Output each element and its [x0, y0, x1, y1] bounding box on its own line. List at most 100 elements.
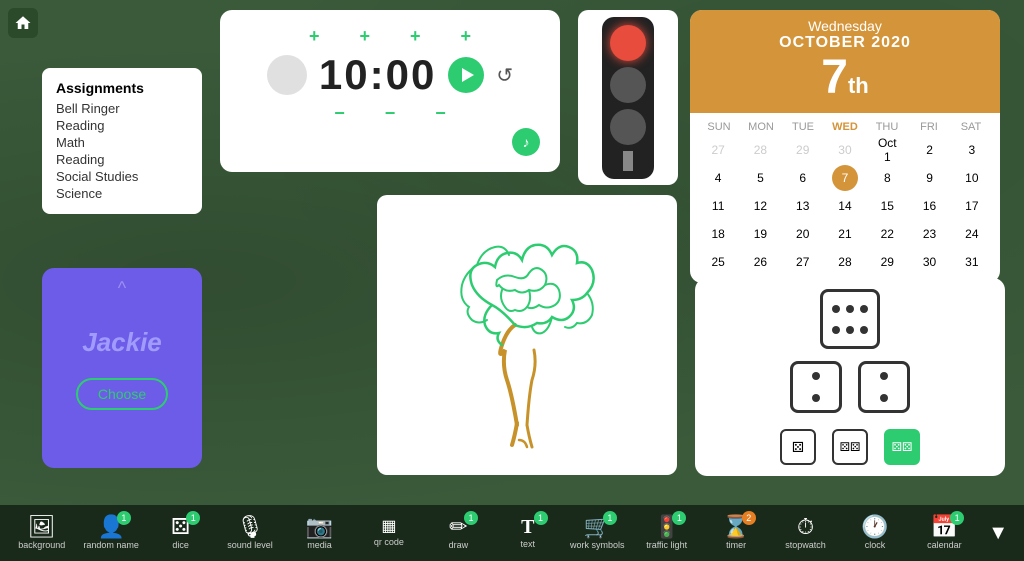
assignments-title: Assignments	[56, 80, 188, 96]
user-card: ^ Jackie Choose	[42, 268, 202, 468]
cal-day[interactable]: 5	[747, 165, 773, 191]
toolbar-item-clock[interactable]: 🕐 clock	[841, 507, 908, 559]
die-dot	[832, 326, 840, 334]
cal-day[interactable]: 28	[747, 137, 773, 163]
toolbar-item-qr-code[interactable]: ▦ qr code	[355, 507, 422, 559]
die-dot	[846, 305, 854, 313]
toolbar-label-traffic-light: traffic light	[646, 540, 687, 550]
toolbar-item-traffic-light[interactable]: 1 🚦 traffic light	[633, 507, 700, 559]
cal-day[interactable]: 2	[917, 137, 943, 163]
timer-plus-hours[interactable]: +	[309, 26, 320, 47]
list-item[interactable]: Reading	[56, 151, 188, 168]
cal-day[interactable]: 30	[832, 137, 858, 163]
qr-code-icon: ▦	[381, 519, 396, 535]
work-symbols-badge: 1	[603, 511, 617, 525]
toolbar-item-background[interactable]: 🖼 background	[8, 507, 75, 559]
choose-button[interactable]: Choose	[76, 378, 168, 410]
list-item[interactable]: Bell Ringer	[56, 100, 188, 117]
timer-plus-minutes[interactable]: +	[359, 26, 370, 47]
cal-day[interactable]: 6	[790, 165, 816, 191]
cal-day[interactable]: 13	[790, 193, 816, 219]
cal-day-today[interactable]: 7	[832, 165, 858, 191]
cal-day[interactable]: 14	[832, 193, 858, 219]
cal-day[interactable]: 8	[874, 165, 900, 191]
cal-day[interactable]: 16	[917, 193, 943, 219]
text-badge: 1	[534, 511, 548, 525]
dice-selector-double[interactable]: ⚄⚄	[832, 429, 868, 465]
random-name-badge: 1	[117, 511, 131, 525]
traffic-light-badge: 1	[672, 511, 686, 525]
toolbar-item-timer[interactable]: 2 ⌛ timer	[702, 507, 769, 559]
cal-day[interactable]: 20	[790, 221, 816, 247]
traffic-light-widget	[578, 10, 678, 185]
cal-day[interactable]: 18	[705, 221, 731, 247]
user-name: Jackie	[82, 327, 162, 358]
timer-plus-extra[interactable]: +	[461, 26, 472, 47]
toolbar-item-text[interactable]: 1 T text	[494, 507, 561, 559]
weekday-wed: WED	[824, 121, 866, 133]
toolbar-item-work-symbols[interactable]: 1 🛒 work symbols	[564, 507, 631, 559]
cal-day[interactable]: 17	[959, 193, 985, 219]
cal-day[interactable]: 21	[832, 221, 858, 247]
timer-play-button[interactable]	[448, 57, 484, 93]
list-item[interactable]: Science	[56, 185, 188, 202]
toolbar-item-sound-level[interactable]: 🎙 sound level	[216, 507, 283, 559]
cal-day[interactable]: 3	[959, 137, 985, 163]
toolbar-item-random-name[interactable]: 1 👤 random name	[77, 507, 144, 559]
toolbar-label-dice: dice	[172, 540, 189, 550]
cal-day[interactable]: 27	[705, 137, 731, 163]
cal-day[interactable]: 30	[917, 249, 943, 275]
dice-small-right	[858, 361, 910, 413]
timer-minus-hours[interactable]: −	[334, 103, 345, 124]
home-button[interactable]	[8, 8, 38, 38]
dice-selector-triple[interactable]: ⚄⚄	[884, 429, 920, 465]
cal-day[interactable]: 31	[959, 249, 985, 275]
cal-day[interactable]: 10	[959, 165, 985, 191]
toolbar-label-background: background	[18, 540, 65, 550]
cal-day[interactable]: 19	[747, 221, 773, 247]
list-item[interactable]: Social Studies	[56, 168, 188, 185]
sound-level-icon: 🎙	[236, 516, 264, 538]
cal-day[interactable]: 4	[705, 165, 731, 191]
die-dot	[860, 305, 868, 313]
timer-minus-row: − − −	[334, 103, 446, 124]
list-item[interactable]: Math	[56, 134, 188, 151]
cal-day[interactable]: 29	[790, 137, 816, 163]
cal-day[interactable]: 11	[705, 193, 731, 219]
timer-circle	[267, 55, 307, 95]
cal-day[interactable]: 27	[790, 249, 816, 275]
weekday-mon: MON	[740, 121, 782, 133]
dice-selector-single[interactable]: ⚄	[780, 429, 816, 465]
timer-minus-seconds[interactable]: −	[435, 103, 446, 124]
cal-day[interactable]: 28	[832, 249, 858, 275]
traffic-light-pole	[623, 151, 633, 171]
timer-music-button[interactable]: ♪	[512, 128, 540, 156]
cal-day[interactable]: 15	[874, 193, 900, 219]
toolbar-item-draw[interactable]: 1 ✏ draw	[425, 507, 492, 559]
traffic-light-green	[610, 109, 646, 145]
list-item[interactable]: Reading	[56, 117, 188, 134]
timer-reset-button[interactable]: ↺	[496, 63, 513, 88]
timer-plus-seconds[interactable]: +	[410, 26, 421, 47]
cal-day[interactable]: 29	[874, 249, 900, 275]
toolbar-scroll-arrow[interactable]: ▼	[980, 514, 1016, 553]
drawing-canvas[interactable]	[387, 205, 667, 465]
cal-day[interactable]: 9	[917, 165, 943, 191]
toolbar-item-media[interactable]: 📷 media	[286, 507, 353, 559]
timer-minus-minutes[interactable]: −	[385, 103, 396, 124]
cal-day[interactable]: 23	[917, 221, 943, 247]
cal-day[interactable]: 26	[747, 249, 773, 275]
die-dot-row	[869, 394, 899, 402]
cal-day[interactable]: Oct 1	[874, 137, 900, 163]
toolbar-item-stopwatch[interactable]: ⏱ stopwatch	[772, 507, 839, 559]
cal-day[interactable]: 24	[959, 221, 985, 247]
traffic-light-yellow	[610, 67, 646, 103]
toolbar-label-random-name: random name	[83, 540, 139, 550]
toolbar-label-qr-code: qr code	[374, 537, 404, 547]
cal-day[interactable]: 22	[874, 221, 900, 247]
toolbar-item-dice[interactable]: 1 ⚄ dice	[147, 507, 214, 559]
weekday-tue: TUE	[782, 121, 824, 133]
toolbar-item-calendar[interactable]: 1 📅 calendar	[911, 507, 978, 559]
cal-day[interactable]: 25	[705, 249, 731, 275]
cal-day[interactable]: 12	[747, 193, 773, 219]
